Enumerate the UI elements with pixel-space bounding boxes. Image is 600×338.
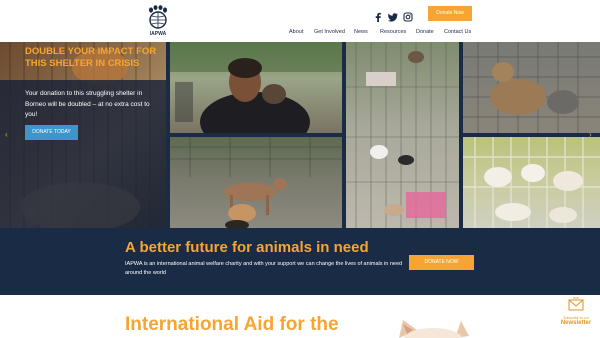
nav-resources[interactable]: Resources <box>380 29 406 35</box>
hero-slider <box>0 42 600 228</box>
slider-next-icon[interactable]: › <box>589 130 592 139</box>
envelope-icon <box>568 297 584 311</box>
mission-title: A better future for animals in need <box>125 239 369 256</box>
hero-headline: DOUBLE YOUR IMPACT FOR THIS SHELTER IN C… <box>25 46 157 69</box>
donate-today-button[interactable]: DONATE TODAY <box>25 125 78 140</box>
newsletter-label: Newsletter <box>560 320 592 326</box>
cat-photo <box>395 318 475 338</box>
hero-photo-woman-puppy <box>170 42 342 133</box>
section-title: International Aid for the <box>125 314 339 335</box>
globe-paw-icon <box>149 5 167 29</box>
iapwa-logo[interactable]: IAPWA <box>146 5 170 37</box>
donate-now-header-button[interactable]: Donate Now <box>428 6 472 21</box>
hero-photo-dogs-yard <box>170 137 342 228</box>
hero-photo-puppies-crates <box>463 137 600 228</box>
nav-contact-us[interactable]: Contact Us <box>444 29 471 35</box>
nav-about[interactable]: About <box>289 29 303 35</box>
facebook-icon[interactable] <box>373 9 383 22</box>
donate-now-button[interactable]: DONATE NOW <box>409 255 474 270</box>
newsletter-widget[interactable]: Subscribe to our Newsletter <box>556 297 596 331</box>
instagram-icon[interactable] <box>403 9 413 22</box>
logo-text: IAPWA <box>149 31 167 37</box>
nav-get-involved[interactable]: Get Involved <box>314 29 345 35</box>
hero-body-text: Your donation to this struggling shelter… <box>25 90 150 118</box>
twitter-icon[interactable] <box>388 9 398 22</box>
nav-news[interactable]: News <box>354 29 368 35</box>
nav-donate[interactable]: Donate <box>416 29 434 35</box>
mission-text: IAPWA is an international animal welfare… <box>125 261 403 276</box>
hero-photo-tabby-cats <box>463 42 600 133</box>
hero-photo-cat-cages <box>346 42 459 228</box>
site-header: IAPWA Donate Now About Get Involved News… <box>0 0 600 42</box>
slider-prev-icon[interactable]: ‹ <box>5 130 8 139</box>
